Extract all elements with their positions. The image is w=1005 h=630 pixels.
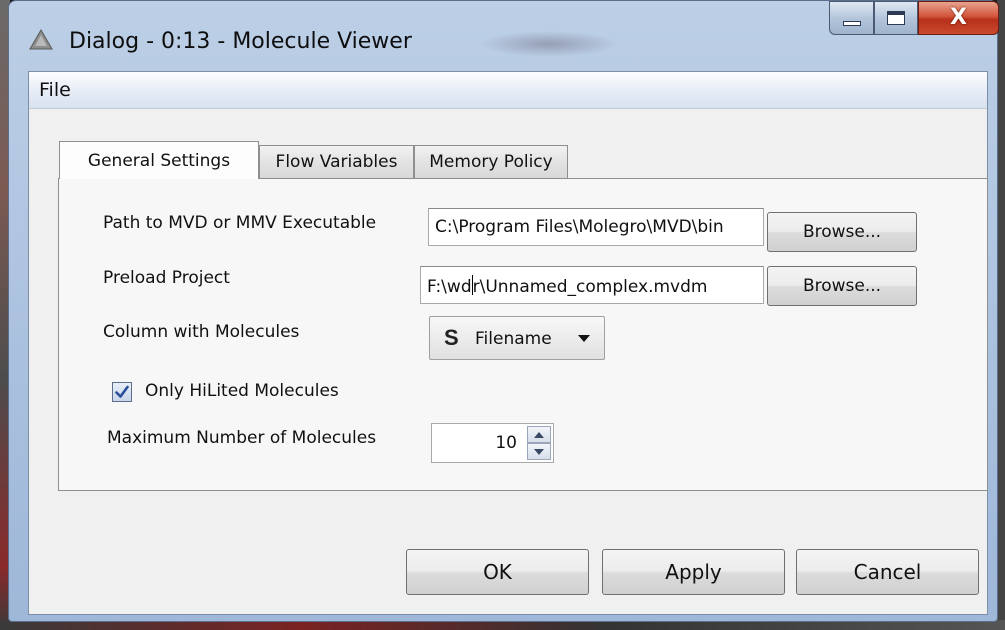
title-glow [479,31,619,57]
menu-bar: File [29,72,987,109]
spin-up-button[interactable] [527,426,551,443]
minimize-button[interactable] [829,1,875,35]
browse-project-button[interactable]: Browse... [767,266,917,306]
browse-executable-button[interactable]: Browse... [767,212,917,252]
preload-text-after-caret: r\Unnamed_complex.mvdm [472,277,708,297]
title-bar[interactable]: Dialog - 0:13 - Molecule Viewer X [9,1,999,71]
column-molecules-value: Filename [475,329,552,349]
executable-path-input[interactable]: C:\Program Files\Molegro\MVD\bin [428,208,764,246]
preload-text-before-caret: F:\wd [427,277,472,297]
executable-path-label: Path to MVD or MMV Executable [103,213,377,233]
chevron-down-icon [578,335,590,342]
background-desktop-right [997,0,1005,630]
max-molecules-label: Maximum Number of Molecules [107,428,377,448]
preload-project-input[interactable]: F:\wdr\Unnamed_complex.mvdm [420,266,764,304]
cancel-button[interactable]: Cancel [796,549,979,595]
check-icon [115,385,129,398]
window-title: Dialog - 0:13 - Molecule Viewer [69,29,412,54]
tab-general-settings[interactable]: General Settings [59,141,259,179]
molecule-app-icon [29,29,53,50]
only-hilited-label[interactable]: Only HiLited Molecules [145,381,339,401]
string-column-type-icon: S [444,325,459,350]
menu-file[interactable]: File [39,79,71,101]
dialog-window: Dialog - 0:13 - Molecule Viewer X File G… [8,0,999,622]
ok-button[interactable]: OK [406,549,589,595]
apply-button[interactable]: Apply [602,549,785,595]
minimize-icon [842,20,861,26]
preload-project-label: Preload Project [103,268,230,288]
column-molecules-label: Column with Molecules [103,322,300,342]
tab-memory-policy[interactable]: Memory Policy [414,145,568,178]
close-icon: X [950,5,967,30]
tab-flow-variables[interactable]: Flow Variables [259,145,414,178]
spin-down-button[interactable] [527,443,551,460]
close-button[interactable]: X [917,1,999,35]
max-molecules-spinner[interactable]: 10 [431,423,554,463]
maximize-icon [887,11,906,25]
maximize-button[interactable] [874,1,918,35]
max-molecules-value: 10 [495,433,517,453]
column-molecules-select[interactable]: S Filename [429,316,605,360]
only-hilited-checkbox[interactable] [112,382,132,402]
window-controls: X [829,1,999,37]
spin-down-icon [534,448,544,455]
spin-up-icon [534,431,544,438]
